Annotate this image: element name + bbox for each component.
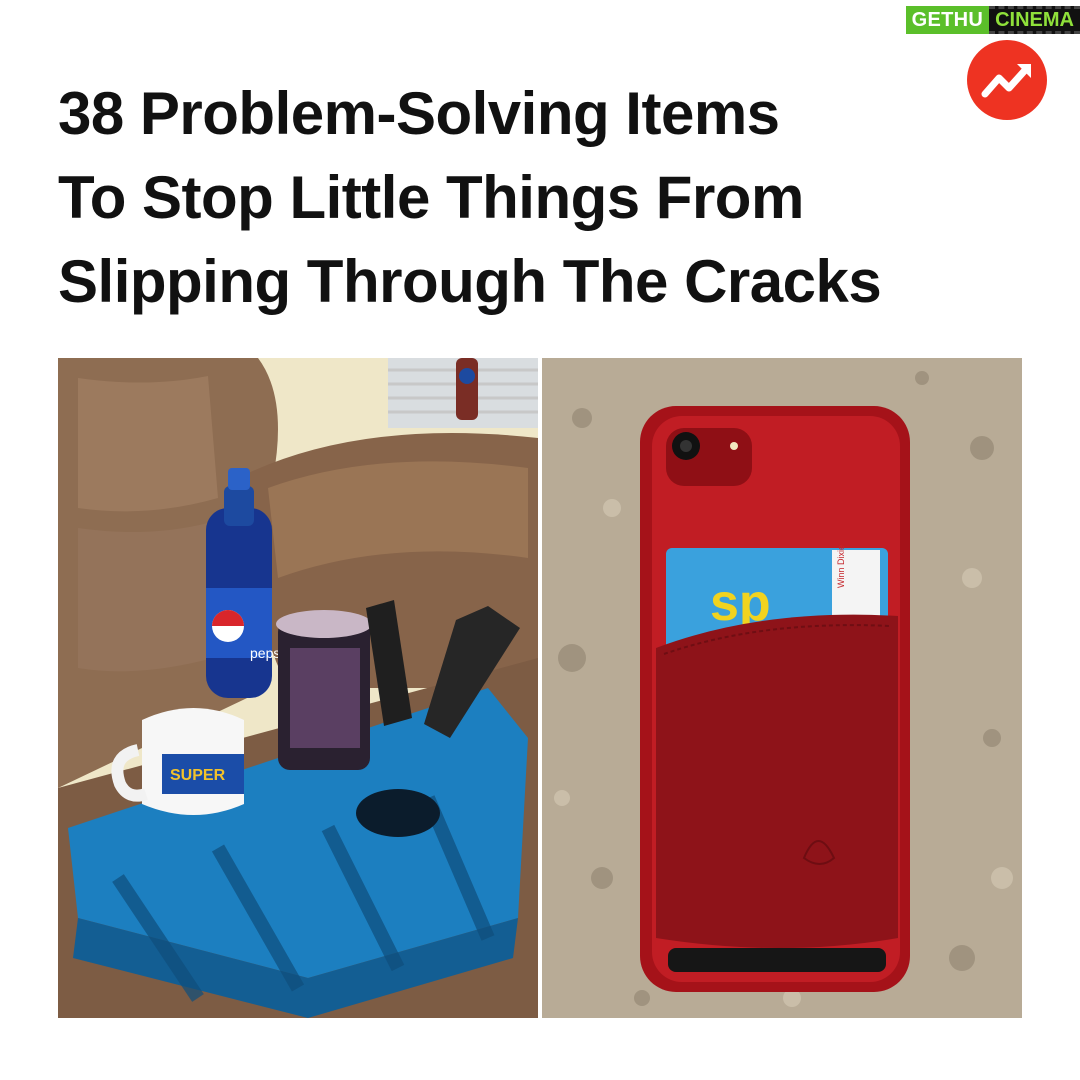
card-side-text: Winn Dixie	[836, 545, 846, 588]
left-product-photo: pepsi SUPER	[58, 358, 538, 1018]
headline: 38 Problem-Solving Items To Stop Little …	[58, 72, 1038, 324]
right-product-photo: sp Winn Dixie	[542, 358, 1022, 1018]
headline-line-3: Slipping Through The Cracks	[58, 248, 882, 315]
watermark-right-text: CINEMA	[989, 6, 1080, 34]
mug-label: SUPER	[170, 767, 226, 784]
watermark-badge: GETHU CINEMA	[905, 6, 1080, 34]
headline-line-2: To Stop Little Things From	[58, 164, 804, 231]
watermark-left-text: GETHU	[905, 6, 990, 34]
headline-line-1: 38 Problem-Solving Items	[58, 80, 780, 147]
